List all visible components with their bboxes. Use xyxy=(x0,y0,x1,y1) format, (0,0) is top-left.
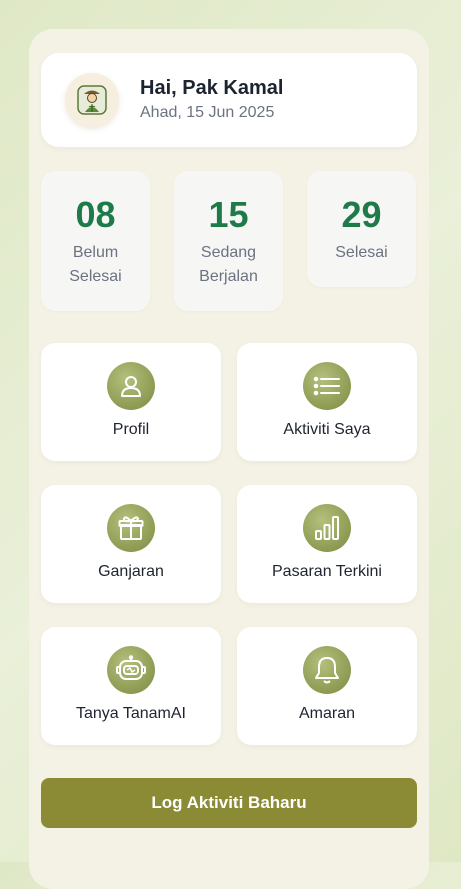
gift-icon xyxy=(107,504,155,552)
menu-tile-label: Profil xyxy=(112,421,150,438)
stat-card-pending[interactable]: 08 Belum Selesai xyxy=(41,171,150,311)
user-icon xyxy=(107,362,155,410)
menu-tile-pasaran-terkini[interactable]: Pasaran Terkini xyxy=(237,485,417,603)
stat-label: Sedang Berjalan xyxy=(199,244,258,285)
current-date: Ahad, 15 Jun 2025 xyxy=(140,104,275,121)
bell-icon xyxy=(303,646,351,694)
stat-card-completed[interactable]: 29 Selesai xyxy=(307,171,416,287)
robot-icon xyxy=(107,646,155,694)
app-screen: Hai, Pak Kamal Ahad, 15 Jun 2025 08 Belu… xyxy=(29,29,429,889)
menu-tile-label: Ganjaran xyxy=(98,563,164,580)
log-activity-button[interactable]: Log Aktiviti Baharu xyxy=(41,778,417,828)
farmer-avatar[interactable] xyxy=(65,73,119,127)
menu-tile-tanya-tanamai[interactable]: Tanya TanamAI xyxy=(41,627,221,745)
menu-tile-aktiviti-saya[interactable]: Aktiviti Saya xyxy=(237,343,417,461)
stat-value: 29 xyxy=(341,194,382,235)
menu-tile-label: Amaran xyxy=(298,705,356,722)
stat-value: 15 xyxy=(208,194,249,235)
menu-tile-label: Aktiviti Saya xyxy=(283,421,371,438)
stat-label: Selesai xyxy=(335,244,388,261)
menu-tile-ganjaran[interactable]: Ganjaran xyxy=(41,485,221,603)
profile-header-card: Hai, Pak Kamal Ahad, 15 Jun 2025 xyxy=(41,53,417,147)
menu-tile-label: Tanya TanamAI xyxy=(76,705,186,722)
stat-value: 08 xyxy=(75,194,116,235)
menu-tile-amaran[interactable]: Amaran xyxy=(237,627,417,745)
stat-card-in-progress[interactable]: 15 Sedang Berjalan xyxy=(174,171,283,311)
list-icon xyxy=(303,362,351,410)
stat-label: Belum Selesai xyxy=(69,244,122,285)
menu-tile-profil[interactable]: Profil xyxy=(41,343,221,461)
greeting-text: Hai, Pak Kamal xyxy=(140,77,284,99)
farmer-avatar-icon xyxy=(77,85,107,115)
bar-chart-icon xyxy=(303,504,351,552)
menu-tile-label: Pasaran Terkini xyxy=(272,563,382,580)
